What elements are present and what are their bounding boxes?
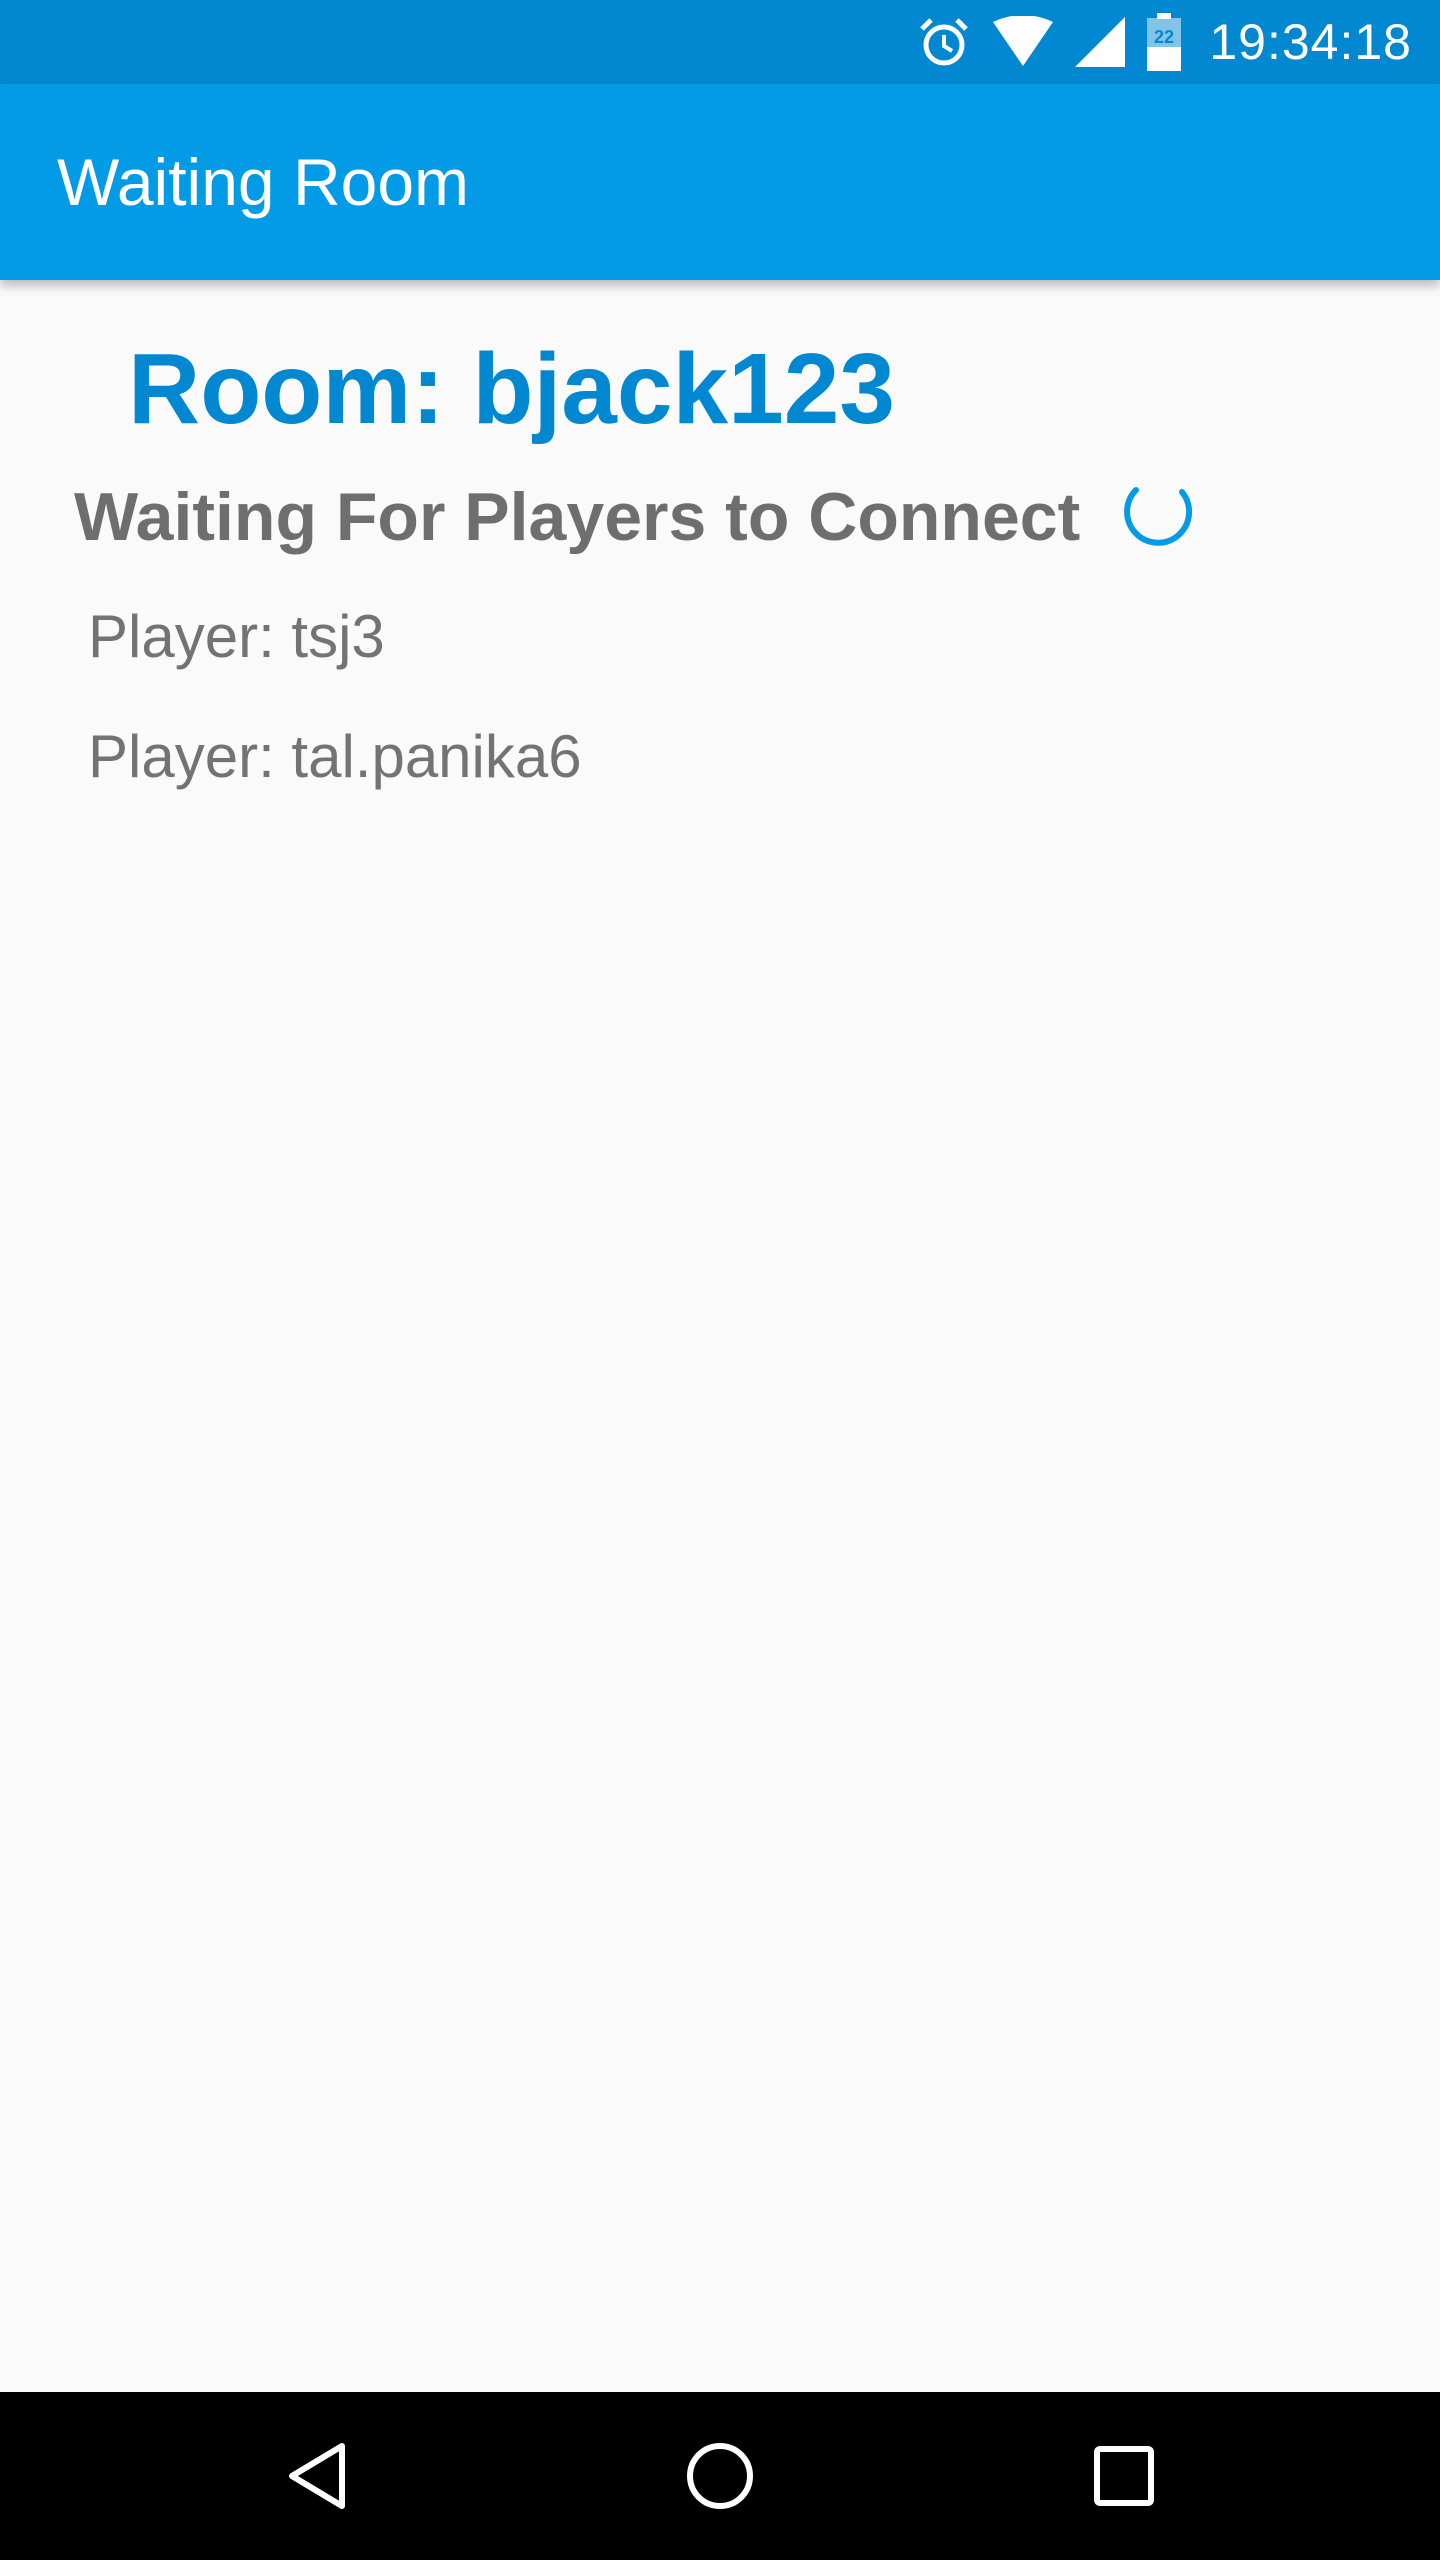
- status-icons: 22 19:34:18: [917, 0, 1412, 84]
- back-button[interactable]: [266, 2426, 366, 2526]
- recents-icon: [1094, 2446, 1154, 2506]
- status-time: 19:34:18: [1209, 14, 1412, 70]
- signal-icon: [1075, 17, 1126, 67]
- player-list-item: Player: tsj3: [88, 603, 385, 670]
- battery-level: 22: [1154, 27, 1174, 47]
- battery-icon: 22: [1147, 13, 1182, 71]
- room-content: Room: bjack123 Waiting For Players to Co…: [0, 280, 1440, 2392]
- home-icon: [687, 2443, 753, 2509]
- app-title: Waiting Room: [57, 145, 470, 219]
- loading-spinner-icon: [1118, 472, 1198, 552]
- alarm-icon: [917, 15, 971, 69]
- wifi-icon: [993, 16, 1054, 68]
- app-bar: Waiting Room: [0, 84, 1440, 280]
- player-list-item: Player: tal.panika6: [88, 723, 582, 790]
- room-title: Room: bjack123: [128, 333, 895, 445]
- navigation-bar: [0, 2392, 1440, 2560]
- home-button[interactable]: [670, 2426, 770, 2526]
- recents-button[interactable]: [1074, 2426, 1174, 2526]
- waiting-message: Waiting For Players to Connect: [74, 479, 1081, 555]
- status-bar: 22 19:34:18: [0, 0, 1440, 84]
- back-icon: [289, 2443, 345, 2509]
